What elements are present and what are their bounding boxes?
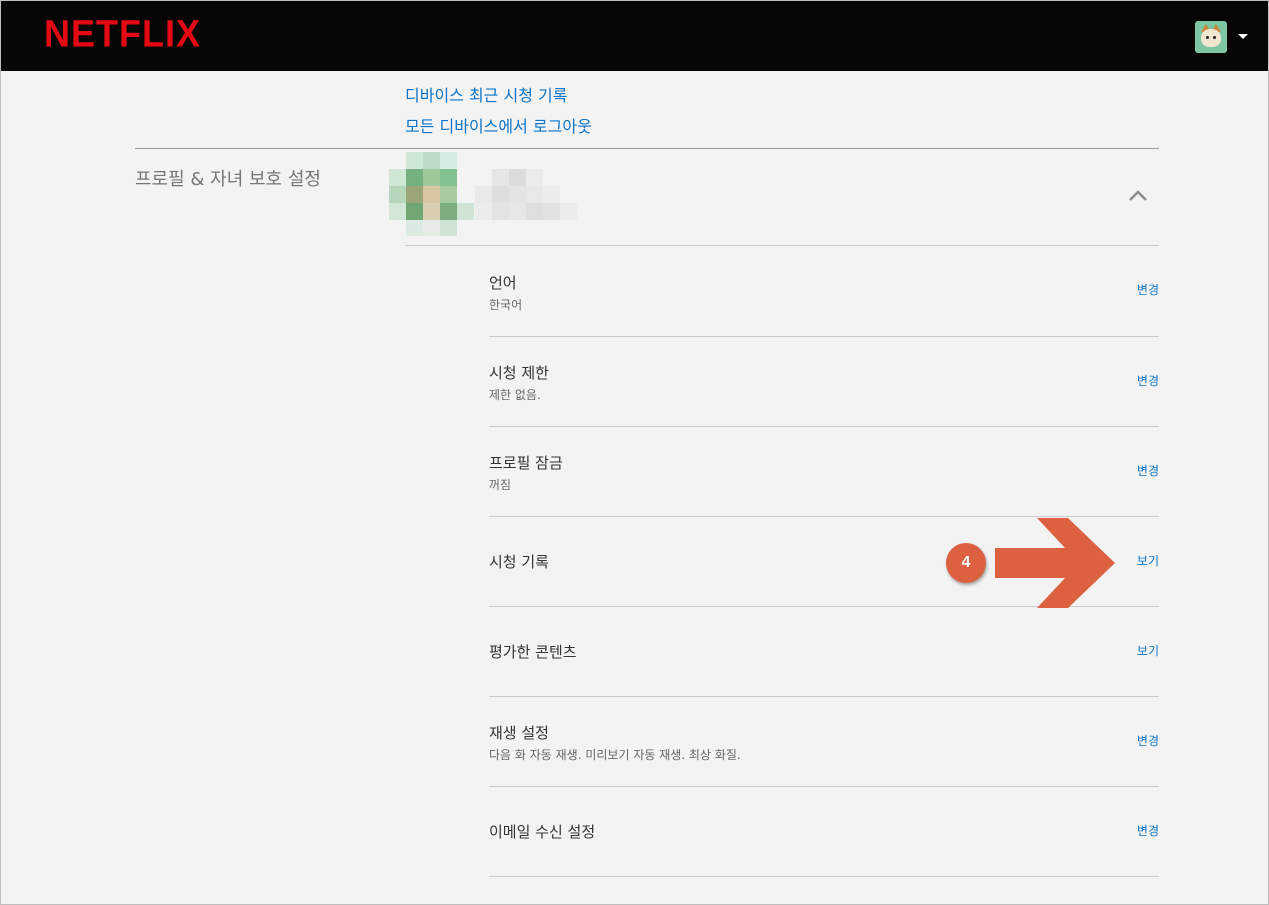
viewing-activity-title: 시청 기록 bbox=[489, 553, 549, 571]
top-header: NETFLIX bbox=[0, 0, 1269, 71]
viewing-activity-view-link[interactable]: 보기 bbox=[1137, 552, 1159, 569]
email-preferences-title: 이메일 수신 설정 bbox=[489, 823, 596, 841]
recent-device-history-link[interactable]: 디바이스 최근 시청 기록 bbox=[405, 82, 567, 106]
caret-down-icon[interactable] bbox=[1238, 34, 1248, 39]
ratings-title: 평가한 콘텐츠 bbox=[489, 643, 577, 661]
row-divider bbox=[489, 876, 1159, 877]
viewing-restrictions-value: 제한 없음. bbox=[489, 388, 541, 402]
profile-lock-change-link[interactable]: 변경 bbox=[1137, 462, 1159, 479]
window-frame bbox=[0, 0, 1269, 905]
language-change-link[interactable]: 변경 bbox=[1137, 281, 1159, 298]
profile-avatar-pixelated[interactable] bbox=[389, 152, 589, 236]
language-value: 한국어 bbox=[489, 298, 523, 312]
row-divider bbox=[405, 245, 1159, 246]
profile-lock-value: 꺼짐 bbox=[489, 478, 512, 492]
arrow-right-icon bbox=[995, 518, 1115, 608]
netflix-logo[interactable]: NETFLIX bbox=[44, 12, 201, 56]
row-divider bbox=[489, 696, 1159, 697]
avatar-icon[interactable] bbox=[1195, 21, 1227, 53]
playback-settings-value: 다음 화 자동 재생. 미리보기 자동 재생. 최상 화질. bbox=[489, 748, 741, 762]
sign-out-all-devices-link[interactable]: 모든 디바이스에서 로그아웃 bbox=[405, 113, 592, 137]
row-divider bbox=[489, 426, 1159, 427]
section-title: 프로필 & 자녀 보호 설정 bbox=[135, 169, 321, 190]
row-divider bbox=[489, 786, 1159, 787]
row-divider bbox=[489, 336, 1159, 337]
playback-settings-change-link[interactable]: 변경 bbox=[1137, 732, 1159, 749]
profile-lock-title: 프로필 잠금 bbox=[489, 454, 563, 472]
language-title: 언어 bbox=[489, 274, 517, 292]
step-badge: 4 bbox=[946, 543, 986, 583]
email-preferences-change-link[interactable]: 변경 bbox=[1137, 822, 1159, 839]
section-divider bbox=[135, 148, 1159, 149]
ratings-view-link[interactable]: 보기 bbox=[1137, 642, 1159, 659]
playback-settings-title: 재생 설정 bbox=[489, 724, 549, 742]
chevron-up-icon[interactable] bbox=[1128, 188, 1148, 202]
viewing-restrictions-title: 시청 제한 bbox=[489, 364, 549, 382]
viewing-restrictions-change-link[interactable]: 변경 bbox=[1137, 372, 1159, 389]
